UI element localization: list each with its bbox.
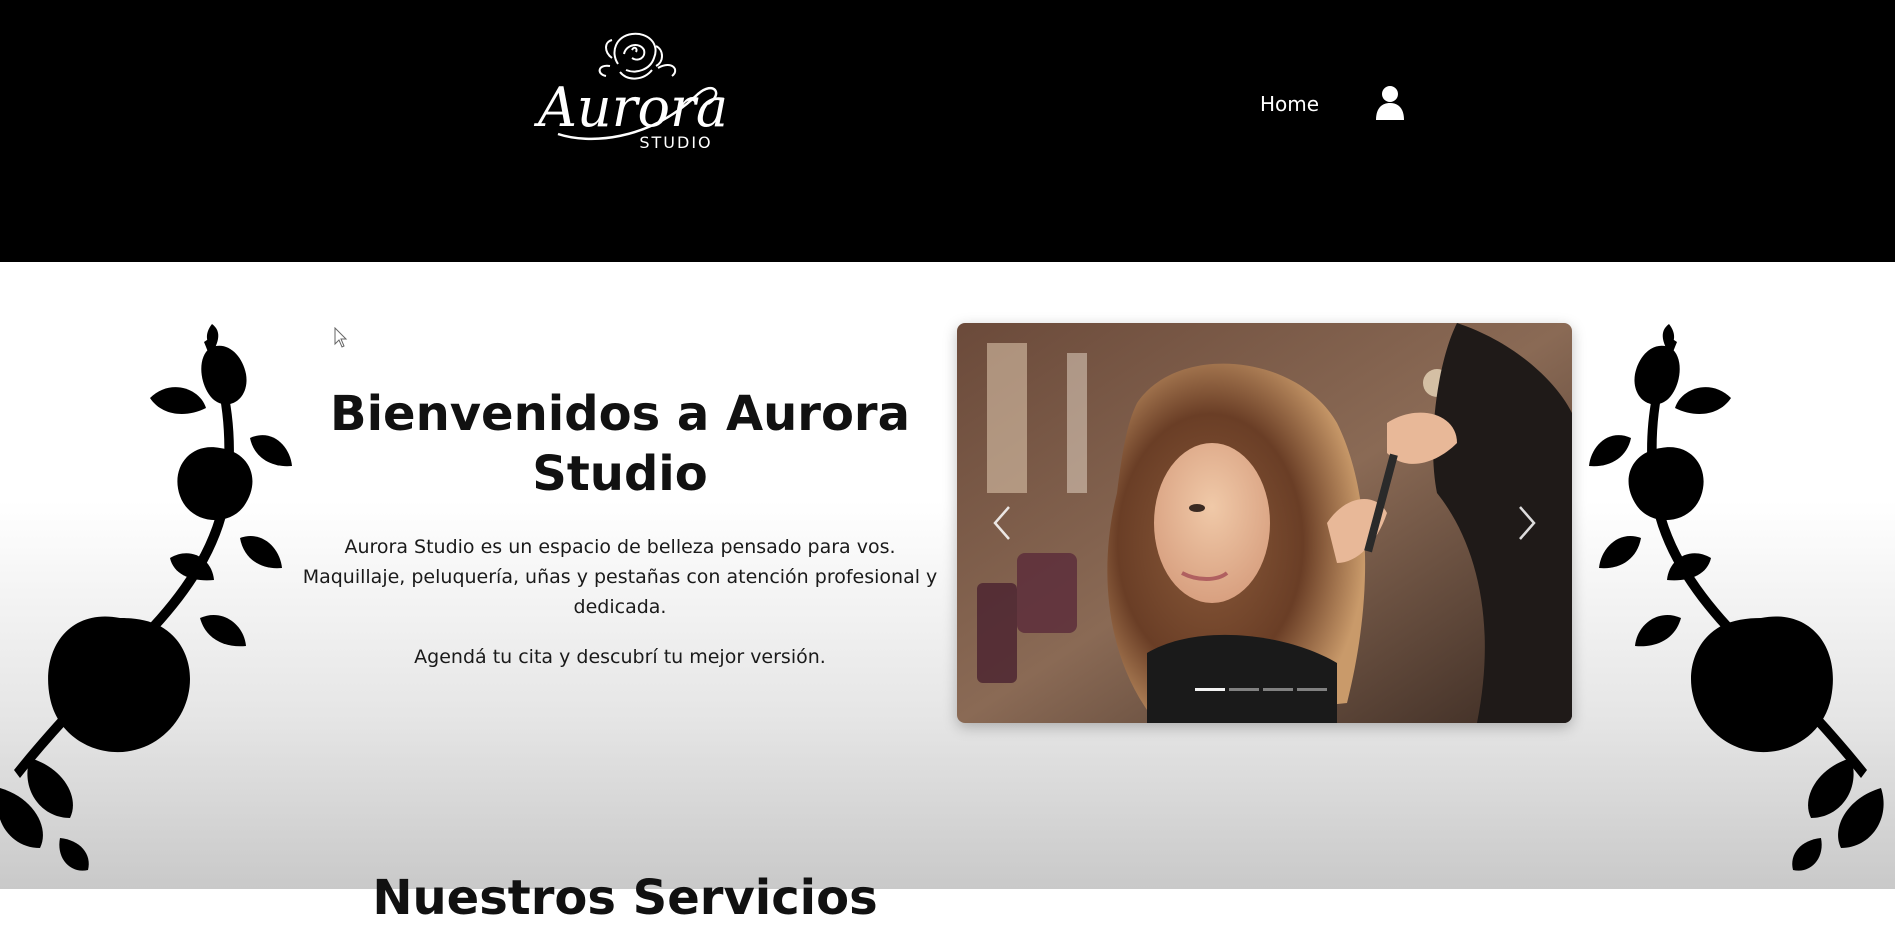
services-section-title: Nuestros Servicios [372,870,878,926]
decorative-roses-left-icon [0,318,300,878]
aurora-studio-logo[interactable]: Aurora STUDIO [528,24,738,166]
svg-text:STUDIO: STUDIO [639,133,712,152]
hero-text-block: Bienvenidos a Aurora Studio Aurora Studi… [300,384,940,672]
carousel-indicator-1[interactable] [1195,688,1225,691]
svg-text:Aurora: Aurora [533,76,728,139]
carousel-slide-image [957,323,1572,723]
carousel-indicator-4[interactable] [1297,688,1327,691]
nav-home-link[interactable]: Home [1260,90,1319,118]
decorative-roses-right-icon [1585,318,1895,878]
user-icon[interactable] [1374,84,1406,120]
carousel-indicator-2[interactable] [1229,688,1259,691]
carousel-next-button[interactable] [1504,499,1548,547]
chevron-left-icon [993,506,1010,540]
carousel-prev-button[interactable] [981,499,1025,547]
logo-rose-icon: Aurora STUDIO [533,32,728,152]
hero-description: Aurora Studio es un espacio de belleza p… [302,536,938,618]
chevron-right-icon [1519,506,1536,540]
hero-title: Bienvenidos a Aurora Studio [330,386,910,502]
hero-cta-text: Agendá tu cita y descubrí tu mejor versi… [414,646,826,668]
mouse-cursor-icon [334,326,348,349]
carousel-indicator-3[interactable] [1263,688,1293,691]
carousel-indicators [1195,688,1335,694]
hero-carousel[interactable] [957,323,1572,723]
site-header: Aurora STUDIO Home [0,0,1895,262]
